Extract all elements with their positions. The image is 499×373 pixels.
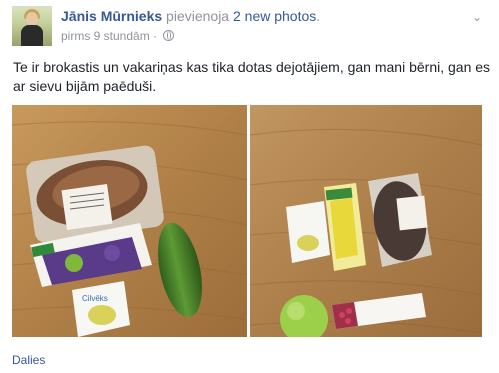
author-name[interactable]: Jānis Mūrnieks (61, 8, 162, 24)
chevron-down-icon[interactable]: ⌄ (470, 10, 484, 24)
post-action: pievienoja 2 new photos. (162, 8, 321, 24)
breakfast-photo-image: Cilvēks (12, 105, 247, 337)
new-photos-link[interactable]: 2 new photos (233, 8, 316, 24)
avatar[interactable] (12, 6, 52, 46)
dinner-photo-image (250, 105, 482, 337)
timestamp[interactable]: pirms 9 stundām (61, 29, 150, 43)
svg-text:Cilvēks: Cilvēks (82, 294, 108, 303)
post-photo-2[interactable] (250, 105, 482, 337)
post-card: Jānis Mūrnieks pievienoja 2 new photos. … (0, 0, 499, 373)
share-link[interactable]: Dalies (12, 353, 45, 367)
post-text: Te ir brokastis un vakariņas kas tika do… (13, 59, 491, 94)
post-header: Jānis Mūrnieks pievienoja 2 new photos. (61, 8, 320, 24)
post-photo-1[interactable]: Cilvēks (12, 105, 247, 337)
post-meta: pirms 9 stundām · (61, 29, 175, 43)
globe-icon[interactable] (163, 30, 175, 41)
